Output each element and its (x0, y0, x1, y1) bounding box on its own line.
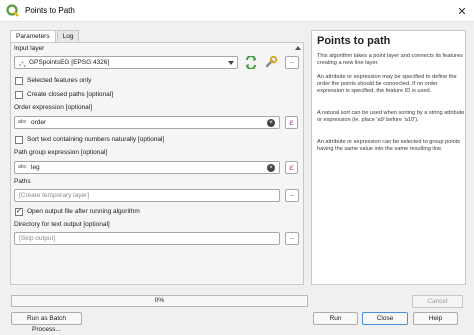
title-bar: Points to Path ✕ (0, 0, 474, 22)
close-button[interactable]: Close (362, 312, 408, 325)
closed-paths-label: Create closed paths [optional] (27, 91, 113, 98)
abc-field-icon: abc (18, 120, 27, 125)
group-expression-label: Path group expression [optional] (14, 149, 108, 156)
open-output-label: Open output file after running algorithm (27, 208, 140, 215)
batch-process-button[interactable]: Run as Batch Process... (11, 312, 82, 333)
scroll-up-icon[interactable] (295, 46, 301, 50)
help-paragraph: An attribute or expression can be select… (317, 139, 461, 152)
help-panel: Points to path This algorithm takes a po… (311, 30, 466, 285)
clear-icon[interactable]: × (267, 119, 275, 127)
order-expression-value: order (31, 119, 47, 126)
open-output-checkbox[interactable] (15, 207, 23, 216)
order-expression-label: Order expression [optional] (14, 104, 93, 111)
iterate-icon[interactable] (244, 55, 258, 70)
paths-label: Paths (14, 178, 31, 185)
text-output-dir-input[interactable]: [Skip output] (14, 232, 280, 245)
paths-browse-button[interactable]: ... (285, 189, 299, 202)
help-paragraph: An attribute or expression may be specif… (317, 74, 457, 94)
selected-only-checkbox[interactable] (15, 77, 23, 85)
window-close-icon[interactable]: ✕ (454, 3, 470, 19)
run-button[interactable]: Run (313, 312, 358, 325)
group-expression-value: leg (31, 164, 40, 171)
closed-paths-checkbox[interactable] (15, 91, 23, 99)
expression-icon: ε (289, 163, 294, 172)
order-expression-builder-button[interactable]: ε (285, 116, 298, 129)
help-button[interactable]: Help (413, 312, 458, 325)
input-layer-value: GPSpointsEG [EPSG:4326] (29, 59, 110, 66)
text-output-dir-browse-button[interactable]: ... (285, 232, 299, 245)
abc-field-icon: abc (18, 165, 27, 170)
window-title: Points to Path (25, 6, 75, 15)
wrench-icon[interactable] (264, 55, 278, 69)
sort-naturally-label: Sort text containing numbers naturally [… (27, 136, 165, 143)
progress-text: 0% (154, 297, 165, 304)
help-paragraph: This algorithm takes a point layer and c… (317, 53, 463, 66)
input-layer-label: Input layer (14, 45, 45, 52)
paths-placeholder: [Create temporary layer] (19, 192, 90, 199)
point-layer-icon (19, 61, 26, 67)
order-expression-input[interactable]: abc order × (14, 116, 280, 129)
text-output-dir-placeholder: [Skip output] (19, 235, 56, 242)
text-output-dir-label: Directory for text output [optional] (14, 221, 110, 228)
input-layer-browse-button[interactable]: ... (285, 56, 299, 69)
clear-icon[interactable]: × (267, 164, 275, 172)
paths-output-input[interactable]: [Create temporary layer] (14, 189, 280, 202)
group-expression-builder-button[interactable]: ε (285, 161, 298, 174)
qgis-logo-icon (6, 4, 19, 17)
progress-bar: 0% (11, 295, 308, 307)
group-expression-input[interactable]: abc leg × (14, 161, 280, 174)
chevron-down-icon (228, 61, 234, 65)
help-paragraph: A natural sort can be used when sorting … (317, 110, 465, 123)
sort-naturally-checkbox[interactable] (15, 136, 23, 144)
selected-only-label: Selected features only (27, 77, 92, 84)
expression-icon: ε (289, 118, 294, 127)
input-layer-select[interactable]: GPSpointsEG [EPSG:4326] (14, 56, 238, 69)
help-title: Points to path (317, 35, 391, 47)
cancel-button[interactable]: Cancel (412, 295, 463, 308)
